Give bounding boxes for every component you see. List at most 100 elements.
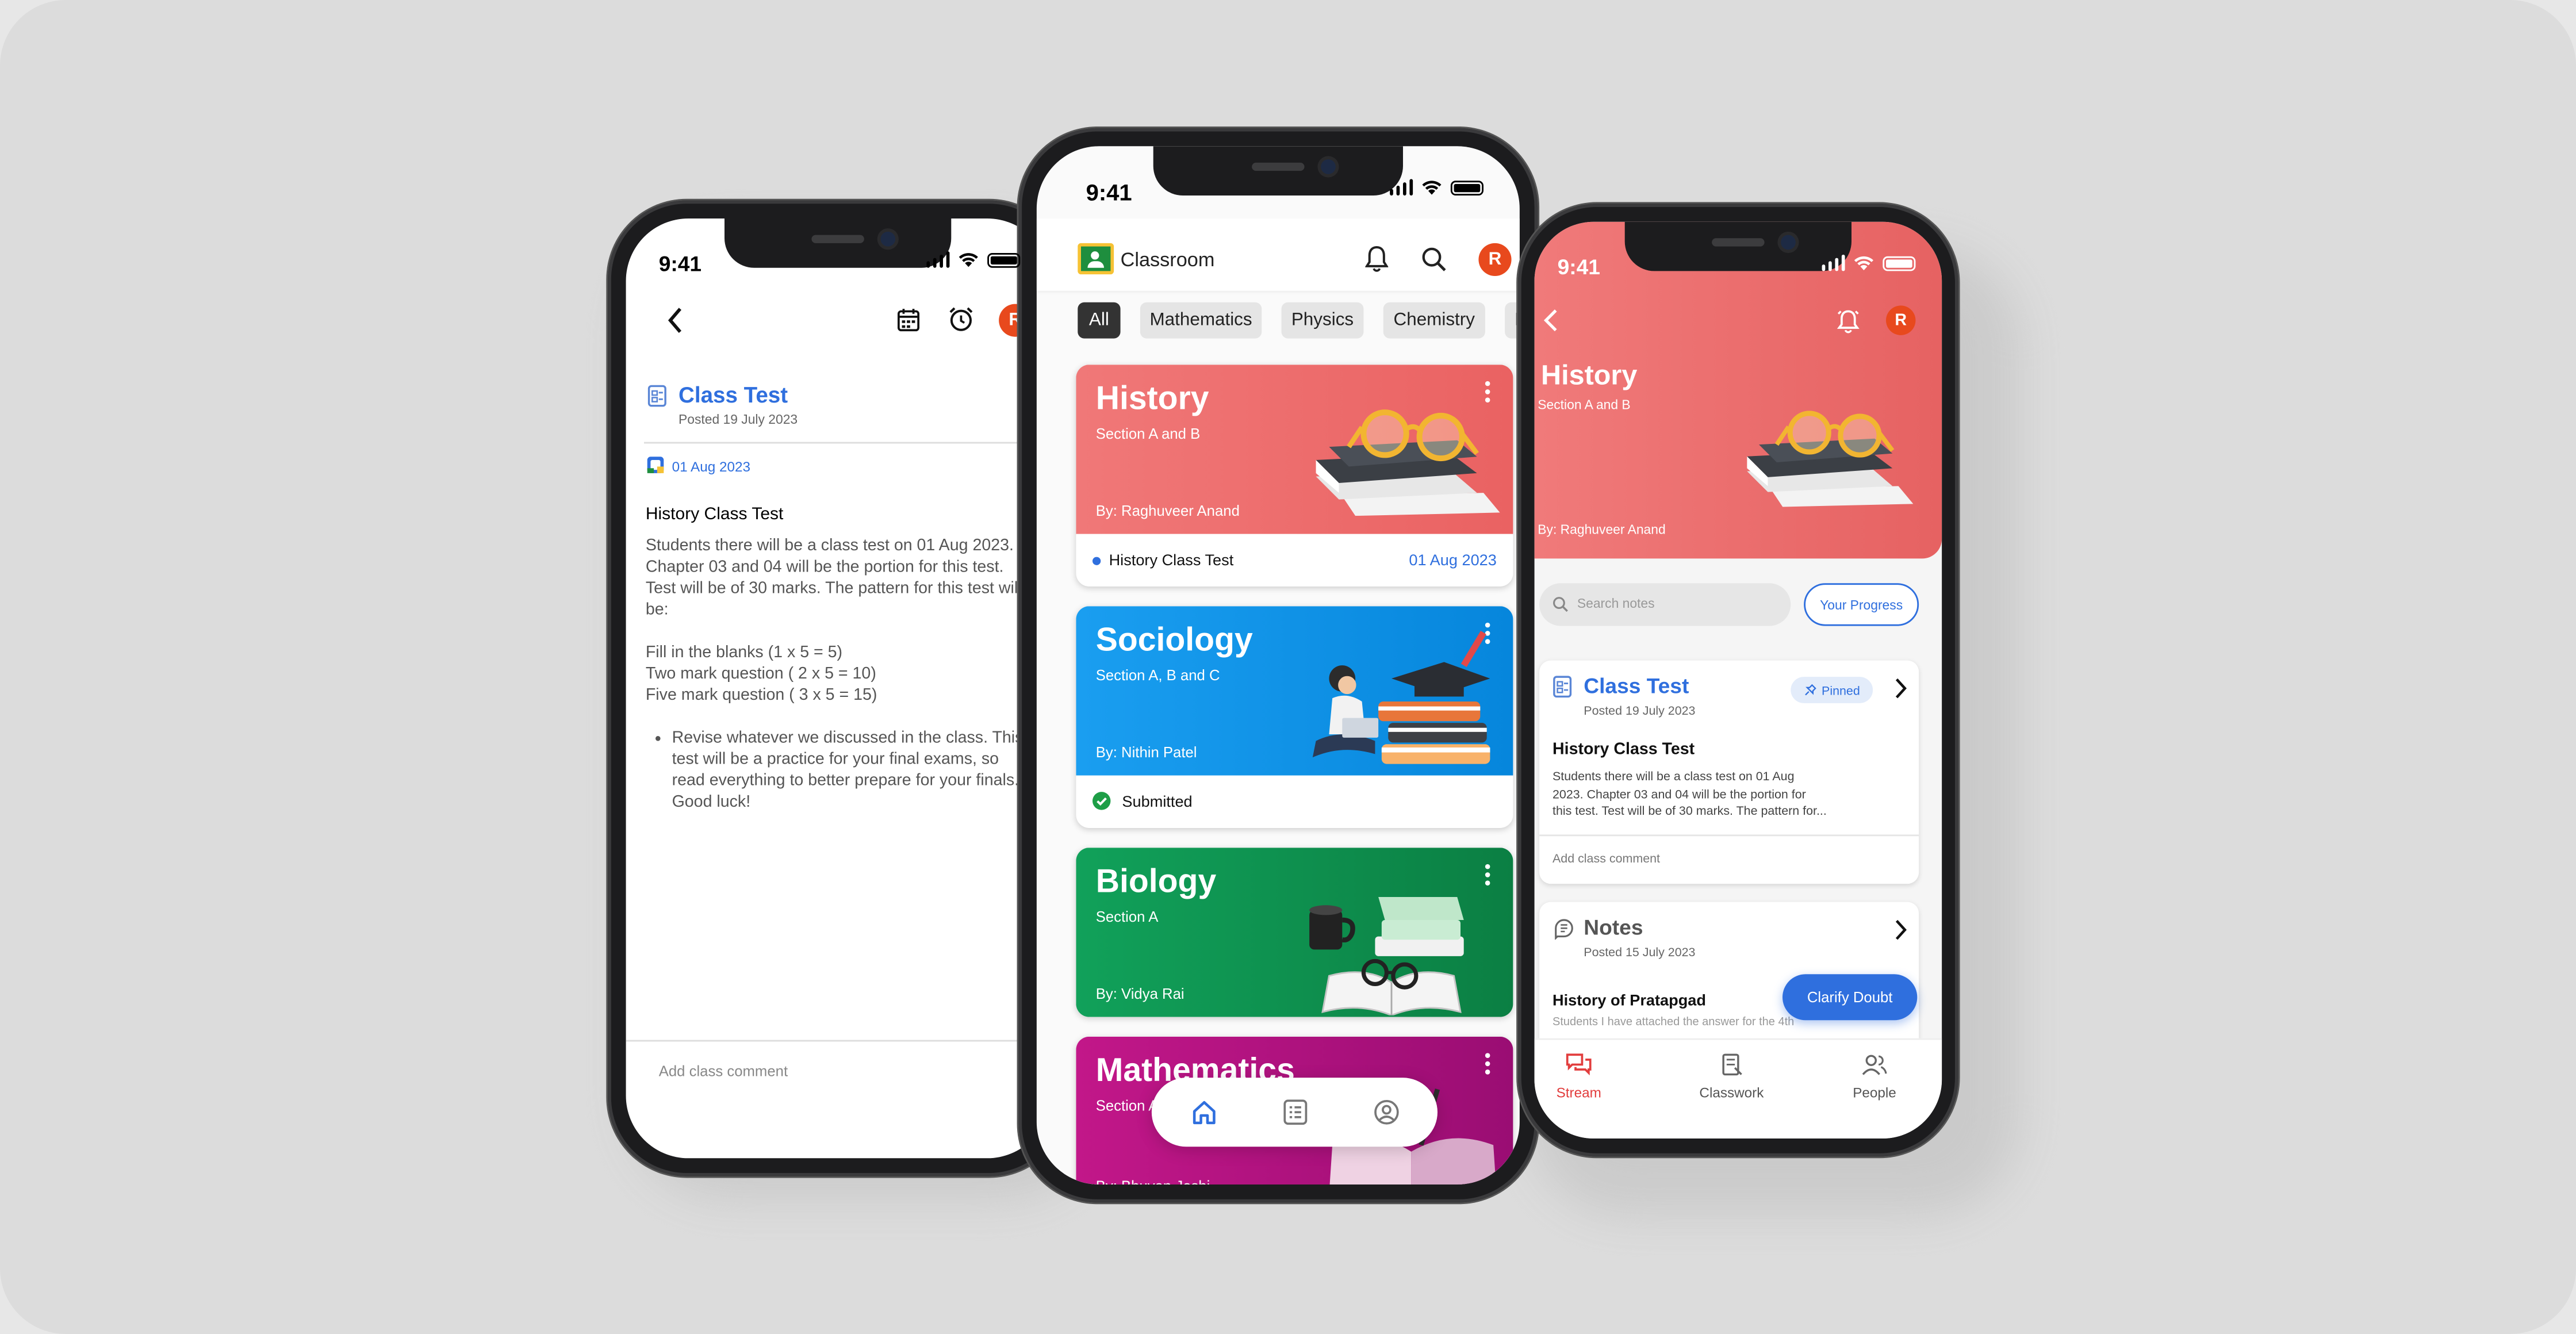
post-date: Posted 15 July 2023	[1584, 944, 1696, 960]
more-options-icon[interactable]	[1485, 864, 1490, 889]
check-circle-icon	[1092, 792, 1111, 810]
card-banner: Biology Section A By: Vidya Rai	[1076, 848, 1513, 1017]
assignment-icon	[1553, 676, 1572, 698]
user-avatar[interactable]: R	[1478, 243, 1512, 276]
status-time: 9:41	[658, 251, 702, 276]
clarify-doubt-button[interactable]: Clarify Doubt	[1782, 974, 1918, 1021]
filter-chip-biology[interactable]: Bi	[1505, 302, 1520, 339]
wifi-icon	[1854, 256, 1874, 270]
status-dot	[1092, 557, 1101, 565]
body-line: Chapter 03 and 04 will be the portion fo…	[645, 558, 1004, 577]
alarm-clock-icon[interactable]	[948, 305, 975, 332]
books-glasses-illustration	[1316, 409, 1500, 516]
classroom-logo-icon	[1078, 243, 1114, 275]
add-comment-input[interactable]: Add class comment	[1552, 851, 1660, 866]
class-section: Section A and B	[1538, 397, 1631, 413]
notch	[1153, 146, 1403, 195]
tab-classwork[interactable]: Classwork	[1685, 1053, 1777, 1101]
card-teacher: By: Nithin Patel	[1095, 744, 1197, 761]
filter-chip-chemistry[interactable]: Chemistry	[1383, 302, 1485, 339]
post-title: Notes	[1584, 915, 1643, 940]
tab-label: People	[1853, 1084, 1896, 1101]
chevron-right-icon[interactable]	[1894, 918, 1907, 941]
notification-bell-icon[interactable]	[1837, 309, 1860, 334]
post-card-class-test[interactable]: Class Test Posted 19 July 2023 Pinned Hi…	[1539, 660, 1919, 884]
people-icon	[1862, 1055, 1887, 1075]
bullet-line: test will be a practice for your final e…	[672, 750, 999, 769]
back-arrow-icon[interactable]	[1543, 309, 1559, 332]
search-notes-input[interactable]: Search notes	[1539, 583, 1791, 626]
divider	[626, 1040, 1050, 1042]
post-date: Posted 19 July 2023	[678, 412, 798, 427]
body-line: Students there will be a class test on 0…	[645, 537, 1014, 555]
card-due-date: 01 Aug 2023	[1409, 552, 1497, 570]
back-arrow-icon[interactable]	[665, 307, 685, 334]
student-books-illustration	[1312, 631, 1490, 764]
search-icon[interactable]	[1421, 247, 1447, 273]
signal-icon	[926, 251, 950, 268]
wifi-icon	[959, 253, 978, 267]
filter-chip-physics[interactable]: Physics	[1281, 302, 1364, 339]
right-phone: 9:41 R History Section A and B By: Raghu…	[1518, 204, 1958, 1157]
divider	[644, 442, 1050, 444]
pattern-line: Two mark question ( 2 x 5 = 10)	[645, 665, 876, 684]
class-card-sociology[interactable]: Sociology Section A, B and C By: Nithin …	[1076, 606, 1513, 828]
bell-icon[interactable]	[1365, 245, 1389, 273]
profile-icon[interactable]	[1374, 1099, 1400, 1125]
class-card-history[interactable]: History Section A and B By: Raghuveer An…	[1076, 365, 1513, 586]
submission-status: Submitted	[1122, 793, 1193, 812]
status-icons	[1389, 179, 1483, 195]
chevron-right-icon[interactable]	[1894, 677, 1907, 700]
status-time: 9:41	[1557, 254, 1600, 279]
snippet-line: 2023. Chapter 03 and 04 will be the port…	[1552, 786, 1806, 801]
filter-chip-all[interactable]: All	[1078, 302, 1121, 339]
search-icon	[1553, 597, 1568, 612]
card-banner: History Section A and B By: Raghuveer An…	[1076, 365, 1513, 534]
card-section: Section A, B and C	[1095, 667, 1220, 684]
card-banner: Sociology Section A, B and C By: Nithin …	[1076, 606, 1513, 776]
due-date: 01 Aug 2023	[672, 458, 750, 475]
snippet-line: this test. Test will be of 30 marks. The…	[1552, 803, 1827, 818]
card-section: Section A	[1095, 1097, 1159, 1114]
google-calendar-icon	[647, 457, 664, 473]
notch	[1624, 221, 1851, 271]
bullet-line: read everything to better prepare for yo…	[672, 772, 1019, 791]
calendar-icon[interactable]	[897, 307, 920, 332]
card-teacher: By: Bhuvan Joshi	[1096, 1178, 1210, 1184]
post-snippet: Students I have attached the answer for …	[1552, 1017, 1795, 1029]
more-options-icon[interactable]	[1485, 1053, 1490, 1078]
card-assignment[interactable]: History Class Test	[1109, 552, 1234, 570]
class-card-biology[interactable]: Biology Section A By: Vidya Rai	[1076, 848, 1513, 1017]
center-phone-screen: 9:41 Classroom R All Mathematics Physics…	[1036, 146, 1520, 1184]
body-line: be:	[645, 601, 669, 620]
bottom-tab-bar: Stream Classwork People	[1534, 1038, 1942, 1138]
tab-stream[interactable]: Stream	[1541, 1053, 1616, 1101]
comment-input[interactable]: Add class comment	[659, 1063, 788, 1080]
pinned-badge: Pinned	[1791, 677, 1873, 703]
book-mug-illustration	[1309, 897, 1464, 1015]
post-title: Class Test	[1584, 673, 1689, 699]
signal-icon	[1821, 254, 1845, 271]
class-teacher: By: Raghuveer Anand	[1538, 522, 1666, 538]
post-heading: History Class Test	[645, 504, 784, 524]
card-title: History	[1095, 381, 1209, 417]
user-avatar[interactable]: R	[1886, 305, 1916, 335]
tab-label: Stream	[1556, 1084, 1601, 1101]
bullet-dot	[656, 736, 661, 741]
tab-label: Classwork	[1699, 1084, 1764, 1101]
your-progress-button[interactable]: Your Progress	[1804, 583, 1919, 626]
card-footer: History Class Test 01 Aug 2023	[1076, 534, 1513, 586]
left-phone: 9:41 R Class Test Posted 19 July 2023 01…	[608, 200, 1068, 1176]
post-heading: History of Pratapgad	[1552, 992, 1706, 1011]
home-icon[interactable]	[1191, 1099, 1217, 1125]
filter-chip-mathematics[interactable]: Mathematics	[1140, 302, 1262, 339]
card-footer: Submitted	[1076, 776, 1513, 828]
tab-people[interactable]: People	[1837, 1053, 1912, 1101]
app-name: Classroom	[1120, 248, 1215, 271]
books-glasses-illustration	[1747, 411, 1914, 507]
post-title[interactable]: Class Test	[678, 383, 788, 408]
post-body: Students there will be a class test on 0…	[646, 535, 1023, 813]
list-icon[interactable]	[1283, 1099, 1308, 1125]
center-phone: 9:41 Classroom R All Mathematics Physics…	[1018, 128, 1538, 1203]
pinned-label: Pinned	[1822, 683, 1860, 697]
